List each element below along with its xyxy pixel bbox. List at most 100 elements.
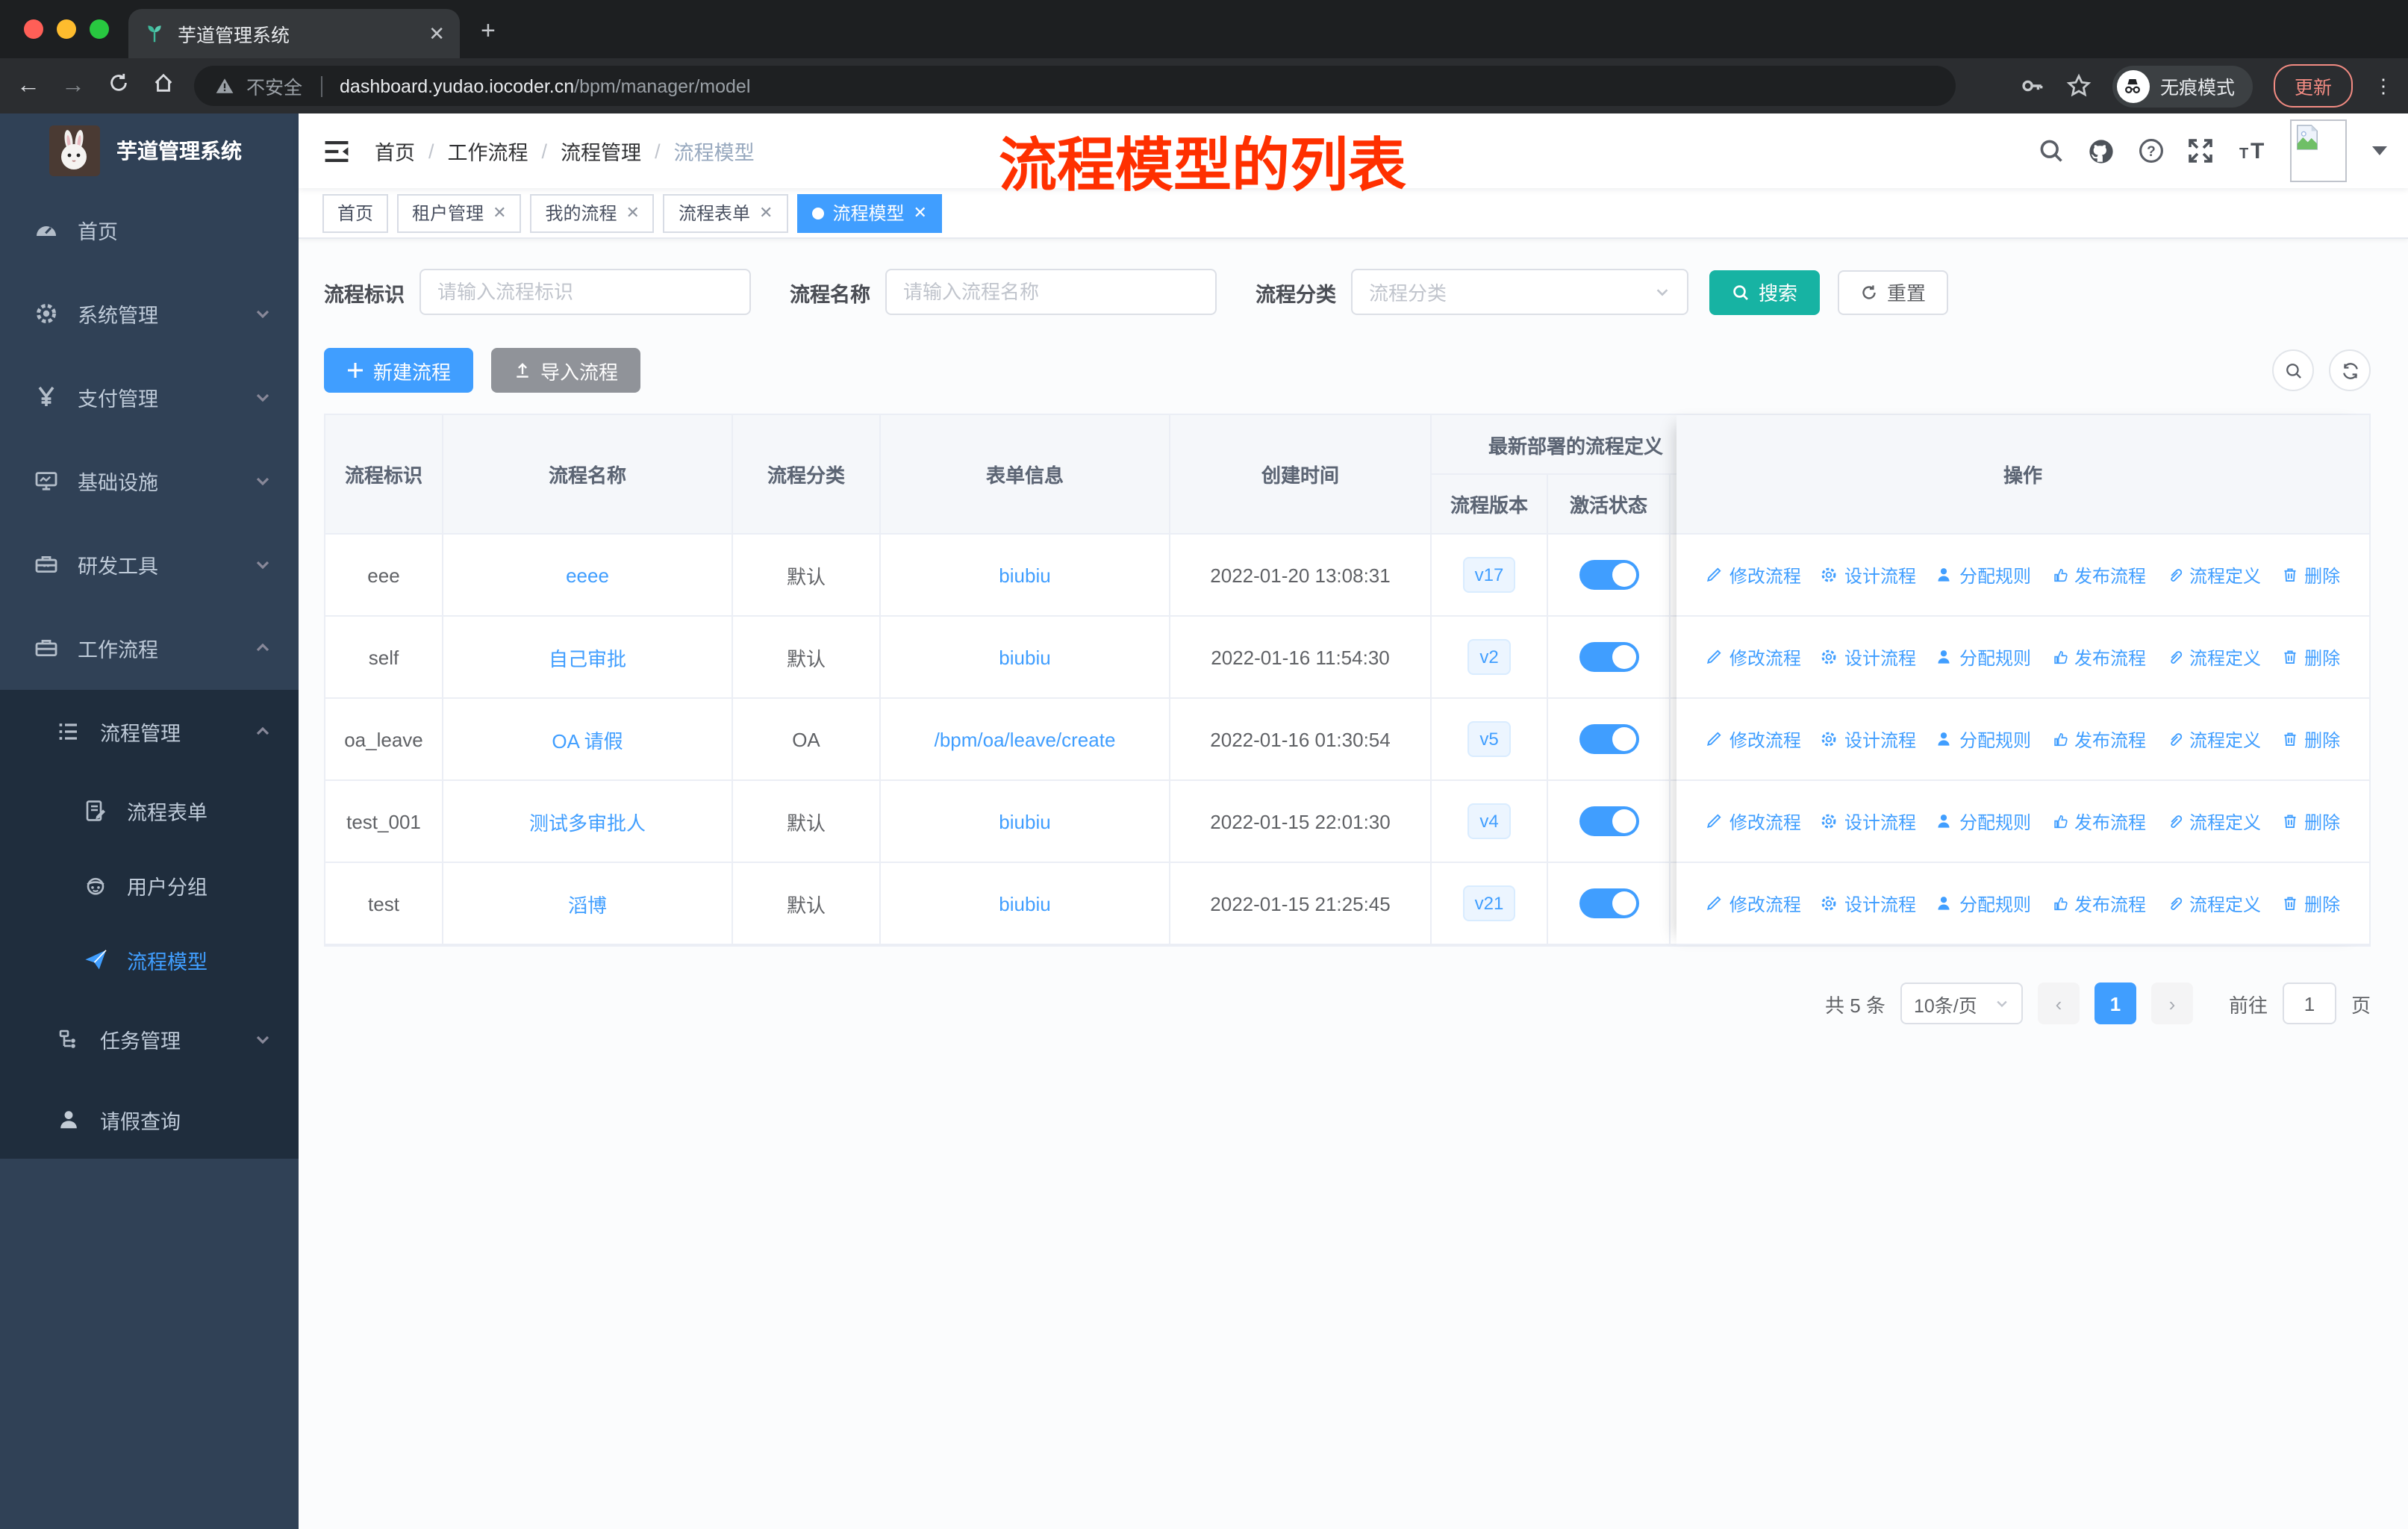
close-icon[interactable]: ✕ bbox=[493, 203, 506, 222]
edit-process-action[interactable]: 修改流程 bbox=[1706, 562, 1801, 588]
goto-page-input[interactable] bbox=[2282, 983, 2336, 1024]
delete-action[interactable]: 删除 bbox=[2280, 809, 2340, 834]
version-badge[interactable]: v4 bbox=[1467, 803, 1511, 839]
design-process-action[interactable]: 设计流程 bbox=[1821, 809, 1916, 834]
github-icon[interactable] bbox=[2087, 137, 2115, 165]
form-info-link[interactable]: biubiu bbox=[999, 646, 1050, 668]
tab-close-icon[interactable]: ✕ bbox=[428, 22, 445, 46]
font-size-icon[interactable]: T T bbox=[2236, 137, 2268, 164]
tag-home[interactable]: 首页 bbox=[322, 193, 389, 232]
toggle-search-button[interactable] bbox=[2272, 349, 2314, 391]
version-badge[interactable]: v21 bbox=[1462, 885, 1516, 921]
process-name-link[interactable]: OA 请假 bbox=[552, 725, 623, 753]
form-info-link[interactable]: /bpm/oa/leave/create bbox=[935, 728, 1116, 750]
search-icon[interactable] bbox=[2038, 137, 2065, 164]
tag-tenant[interactable]: 租户管理 ✕ bbox=[397, 193, 522, 232]
process-name-link[interactable]: 滔博 bbox=[568, 889, 607, 918]
form-info-link[interactable]: biubiu bbox=[999, 892, 1050, 915]
minimize-window-button[interactable] bbox=[57, 19, 76, 39]
address-field[interactable]: 不安全 dashboard.yudao.iocoder.cn/bpm/manag… bbox=[194, 66, 1956, 106]
design-process-action[interactable]: 设计流程 bbox=[1821, 644, 1916, 670]
sidebar-item-process-mgmt[interactable]: 流程管理 bbox=[0, 690, 299, 773]
active-state-toggle[interactable] bbox=[1579, 724, 1638, 754]
prev-page-button[interactable]: ‹ bbox=[2037, 983, 2080, 1024]
version-badge[interactable]: v2 bbox=[1467, 639, 1511, 675]
sidebar-item-payment[interactable]: 支付管理 bbox=[0, 355, 299, 439]
delete-action[interactable]: 删除 bbox=[2280, 726, 2340, 752]
process-name-link[interactable]: eeee bbox=[566, 564, 609, 586]
breadcrumb-process-mgmt[interactable]: 流程管理 bbox=[561, 136, 641, 166]
create-process-button[interactable]: 新建流程 bbox=[324, 348, 474, 393]
new-tab-button[interactable]: + bbox=[481, 18, 496, 43]
forward-icon[interactable]: → bbox=[60, 72, 87, 99]
form-info-link[interactable]: biubiu bbox=[999, 810, 1050, 832]
process-category-select[interactable]: 流程分类 bbox=[1351, 269, 1688, 315]
edit-process-action[interactable]: 修改流程 bbox=[1706, 644, 1801, 670]
help-icon[interactable]: ? bbox=[2138, 137, 2165, 164]
assign-rule-action[interactable]: 分配规则 bbox=[1936, 891, 2031, 916]
sidebar-item-leave-query[interactable]: 请假查询 bbox=[0, 1081, 299, 1159]
browser-menu-icon[interactable]: ⋮ bbox=[2374, 74, 2393, 98]
assign-rule-action[interactable]: 分配规则 bbox=[1936, 644, 2031, 670]
sidebar-item-user-group[interactable]: 用户分组 bbox=[0, 848, 299, 923]
breadcrumb-workflow[interactable]: 工作流程 bbox=[448, 136, 528, 166]
sidebar-item-process-model[interactable]: 流程模型 bbox=[0, 923, 299, 997]
close-icon[interactable]: ✕ bbox=[626, 203, 640, 222]
next-page-button[interactable]: › bbox=[2150, 983, 2193, 1024]
publish-process-action[interactable]: 发布流程 bbox=[2050, 726, 2146, 752]
edit-process-action[interactable]: 修改流程 bbox=[1706, 809, 1801, 834]
fullscreen-icon[interactable] bbox=[2187, 137, 2214, 164]
publish-process-action[interactable]: 发布流程 bbox=[2050, 891, 2146, 916]
tag-process-form[interactable]: 流程表单 ✕ bbox=[663, 193, 788, 232]
process-definition-action[interactable]: 流程定义 bbox=[2165, 562, 2261, 588]
sidebar-item-infra[interactable]: 基础设施 bbox=[0, 439, 299, 523]
process-name-link[interactable]: 自己审批 bbox=[549, 643, 626, 671]
refresh-table-button[interactable] bbox=[2329, 349, 2371, 391]
publish-process-action[interactable]: 发布流程 bbox=[2050, 644, 2146, 670]
back-icon[interactable]: ← bbox=[15, 72, 42, 99]
delete-action[interactable]: 删除 bbox=[2280, 644, 2340, 670]
bookmark-star-icon[interactable] bbox=[2066, 73, 2092, 99]
update-button[interactable]: 更新 bbox=[2273, 64, 2353, 108]
reset-button[interactable]: 重置 bbox=[1838, 270, 1949, 314]
close-window-button[interactable] bbox=[24, 19, 43, 39]
avatar[interactable] bbox=[2290, 119, 2347, 182]
process-name-input[interactable] bbox=[885, 269, 1217, 315]
edit-process-action[interactable]: 修改流程 bbox=[1706, 726, 1801, 752]
sidebar-item-system[interactable]: 系统管理 bbox=[0, 272, 299, 355]
close-icon[interactable]: ✕ bbox=[913, 203, 926, 222]
sidebar-item-workflow[interactable]: 工作流程 bbox=[0, 606, 299, 690]
key-icon[interactable] bbox=[2020, 73, 2045, 99]
app-logo[interactable]: 芋道管理系统 bbox=[0, 113, 299, 188]
design-process-action[interactable]: 设计流程 bbox=[1821, 562, 1916, 588]
process-definition-action[interactable]: 流程定义 bbox=[2165, 809, 2261, 834]
maximize-window-button[interactable] bbox=[90, 19, 109, 39]
avatar-caret-icon[interactable] bbox=[2372, 146, 2387, 155]
sidebar-item-process-form[interactable]: 流程表单 bbox=[0, 773, 299, 848]
active-state-toggle[interactable] bbox=[1579, 560, 1638, 590]
breadcrumb-home[interactable]: 首页 bbox=[375, 136, 415, 166]
security-label[interactable]: 不安全 bbox=[246, 72, 302, 100]
active-state-toggle[interactable] bbox=[1579, 806, 1638, 836]
sidebar-item-task-mgmt[interactable]: 任务管理 bbox=[0, 997, 299, 1081]
delete-action[interactable]: 删除 bbox=[2280, 891, 2340, 916]
active-state-toggle[interactable] bbox=[1579, 642, 1638, 672]
design-process-action[interactable]: 设计流程 bbox=[1821, 891, 1916, 916]
search-button[interactable]: 搜索 bbox=[1709, 270, 1821, 314]
assign-rule-action[interactable]: 分配规则 bbox=[1936, 809, 2031, 834]
window-controls[interactable] bbox=[24, 19, 109, 39]
sidebar-item-home[interactable]: 首页 bbox=[0, 188, 299, 272]
assign-rule-action[interactable]: 分配规则 bbox=[1936, 562, 2031, 588]
form-info-link[interactable]: biubiu bbox=[999, 564, 1050, 586]
design-process-action[interactable]: 设计流程 bbox=[1821, 726, 1916, 752]
tag-process-model[interactable]: 流程模型 ✕ bbox=[796, 193, 942, 232]
browser-tab[interactable]: 芋道管理系统 ✕ bbox=[128, 9, 460, 58]
process-definition-action[interactable]: 流程定义 bbox=[2165, 644, 2261, 670]
publish-process-action[interactable]: 发布流程 bbox=[2050, 809, 2146, 834]
active-state-toggle[interactable] bbox=[1579, 888, 1638, 918]
tag-my-process[interactable]: 我的流程 ✕ bbox=[530, 193, 655, 232]
process-key-input[interactable] bbox=[419, 269, 751, 315]
collapse-sidebar-icon[interactable] bbox=[322, 137, 351, 165]
home-icon[interactable] bbox=[149, 71, 176, 101]
import-process-button[interactable]: 导入流程 bbox=[491, 348, 641, 393]
